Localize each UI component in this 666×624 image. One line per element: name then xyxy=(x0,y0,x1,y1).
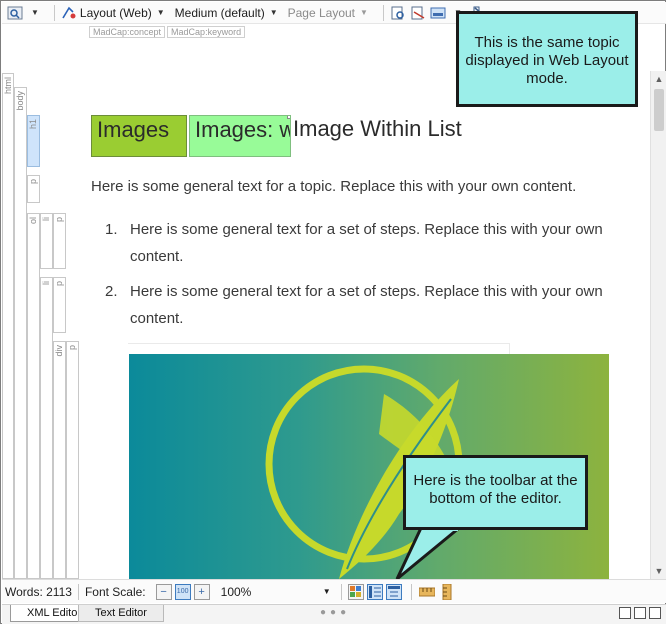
structure-bar-li2[interactable]: li xyxy=(40,277,53,579)
scroll-down-arrow-icon[interactable]: ▼ xyxy=(651,563,666,579)
zoom-reset-button[interactable]: 100 xyxy=(174,583,191,600)
structure-bar-p3[interactable]: p xyxy=(53,277,66,333)
structure-bars-icon xyxy=(368,585,381,598)
toolbar-separator xyxy=(53,4,55,21)
structure-bar-html[interactable]: html xyxy=(2,73,14,579)
hundred-percent-icon: 100 xyxy=(176,588,189,595)
vertical-ruler-icon[interactable] xyxy=(438,583,456,600)
show-tags-button[interactable] xyxy=(347,583,364,600)
list-item-number: 1. xyxy=(105,221,118,238)
zoom-in-button[interactable]: + xyxy=(193,583,210,600)
topic-heading[interactable]: Images Images: within Image Within List xyxy=(91,115,462,157)
toolbar-separator xyxy=(340,583,342,600)
editor-tabs: XML Editor Text Editor ●●● xyxy=(2,604,666,624)
structure-bar-p2[interactable]: p xyxy=(53,213,66,269)
steps-list: 1. Here is some general text for a set o… xyxy=(105,216,605,340)
tag-chip-keyword[interactable]: MadCap:keyword xyxy=(167,26,246,38)
structure-bar-li1[interactable]: li xyxy=(40,213,53,269)
heading-text[interactable]: Image Within List xyxy=(293,115,462,143)
drag-handle-icon[interactable]: ●●● xyxy=(320,607,350,618)
toolbar-separator xyxy=(410,583,412,600)
zoom-select[interactable]: 100% ▼ xyxy=(217,583,335,600)
span-bars-icon xyxy=(387,585,400,596)
word-count: Words: 2113 xyxy=(5,584,72,599)
bottom-toolbar: Words: 2113 Font Scale: − 100 + 100% ▼ xyxy=(2,579,666,603)
chevron-down-icon: ▼ xyxy=(269,8,278,17)
preview-icon[interactable] xyxy=(389,5,407,21)
heading-variable-block-selected[interactable]: Images: within xyxy=(189,115,291,157)
chevron-down-icon: ▼ xyxy=(322,587,331,596)
show-span-bars-button[interactable] xyxy=(385,583,402,600)
split-vertical-icon[interactable] xyxy=(634,607,646,619)
view-icon[interactable] xyxy=(6,5,24,21)
medium-dropdown[interactable]: Medium (default) ▼ xyxy=(175,6,278,20)
scroll-thumb[interactable] xyxy=(654,89,664,131)
zoom-out-button[interactable]: − xyxy=(155,583,172,600)
minus-icon: − xyxy=(160,585,167,598)
callout-web-layout: This is the same topic displayed in Web … xyxy=(456,11,638,107)
chevron-down-icon: ▼ xyxy=(31,8,39,17)
layout-dropdown-label: Layout (Web) xyxy=(79,5,152,20)
horizontal-ruler-icon[interactable] xyxy=(418,584,436,600)
tag-chip-concept[interactable]: MadCap:concept xyxy=(89,26,166,38)
structure-bar-body[interactable]: body xyxy=(14,87,27,579)
list-item[interactable]: 2. Here is some general text for a set o… xyxy=(105,278,605,332)
scroll-up-arrow-icon[interactable]: ▲ xyxy=(651,71,666,87)
structure-bar-p4[interactable]: p xyxy=(66,341,79,579)
track-changes-icon[interactable] xyxy=(409,5,427,21)
list-item-text[interactable]: Here is some general text for a set of s… xyxy=(130,216,605,270)
conditions-icon[interactable] xyxy=(60,5,78,21)
list-item[interactable]: 1. Here is some general text for a set o… xyxy=(105,216,605,270)
structure-bar-ol[interactable]: ol xyxy=(27,213,40,579)
structure-bar-div[interactable]: div xyxy=(53,341,66,579)
page-layout-label: Page Layout xyxy=(287,5,356,20)
tab-text-editor[interactable]: Text Editor xyxy=(78,605,164,622)
toolbar-separator xyxy=(77,583,79,600)
insert-image-icon[interactable] xyxy=(429,5,447,21)
zoom-value: 100% xyxy=(220,584,252,599)
layout-dropdown[interactable]: Layout (Web) ▼ xyxy=(80,6,165,20)
chevron-down-icon: ▼ xyxy=(156,8,165,17)
list-item-text[interactable]: Here is some general text for a set of s… xyxy=(130,278,605,332)
intro-paragraph[interactable]: Here is some general text for a topic. R… xyxy=(91,178,576,195)
structure-bar-h1[interactable]: h1 xyxy=(27,115,40,167)
toolbar-separator xyxy=(382,4,384,21)
medium-dropdown-label: Medium (default) xyxy=(174,5,265,20)
editor-window: ▼ Layout (Web) ▼ Medium (default) ▼ Page L… xyxy=(0,0,666,624)
plus-icon: + xyxy=(198,585,205,598)
vertical-scrollbar[interactable]: ▲ ▼ xyxy=(650,71,666,579)
show-structure-bars-button[interactable] xyxy=(366,583,383,600)
grid-tags-icon xyxy=(349,585,361,597)
page-layout-dropdown[interactable]: Page Layout ▼ xyxy=(288,6,368,20)
list-item-number: 2. xyxy=(105,283,118,300)
tag-chips: MadCap:concept MadCap:keyword xyxy=(89,26,247,38)
view-dropdown-caret[interactable]: ▼ xyxy=(26,8,39,17)
callout-bottom-toolbar: Here is the toolbar at the bottom of the… xyxy=(403,455,588,530)
structure-bar-p1[interactable]: p xyxy=(27,175,40,203)
chevron-down-icon: ▼ xyxy=(360,8,368,17)
font-scale-label: Font Scale: xyxy=(84,584,146,599)
split-horizontal-icon[interactable] xyxy=(619,607,631,619)
heading-variable-block[interactable]: Images xyxy=(91,115,187,157)
single-pane-icon[interactable] xyxy=(649,607,661,619)
